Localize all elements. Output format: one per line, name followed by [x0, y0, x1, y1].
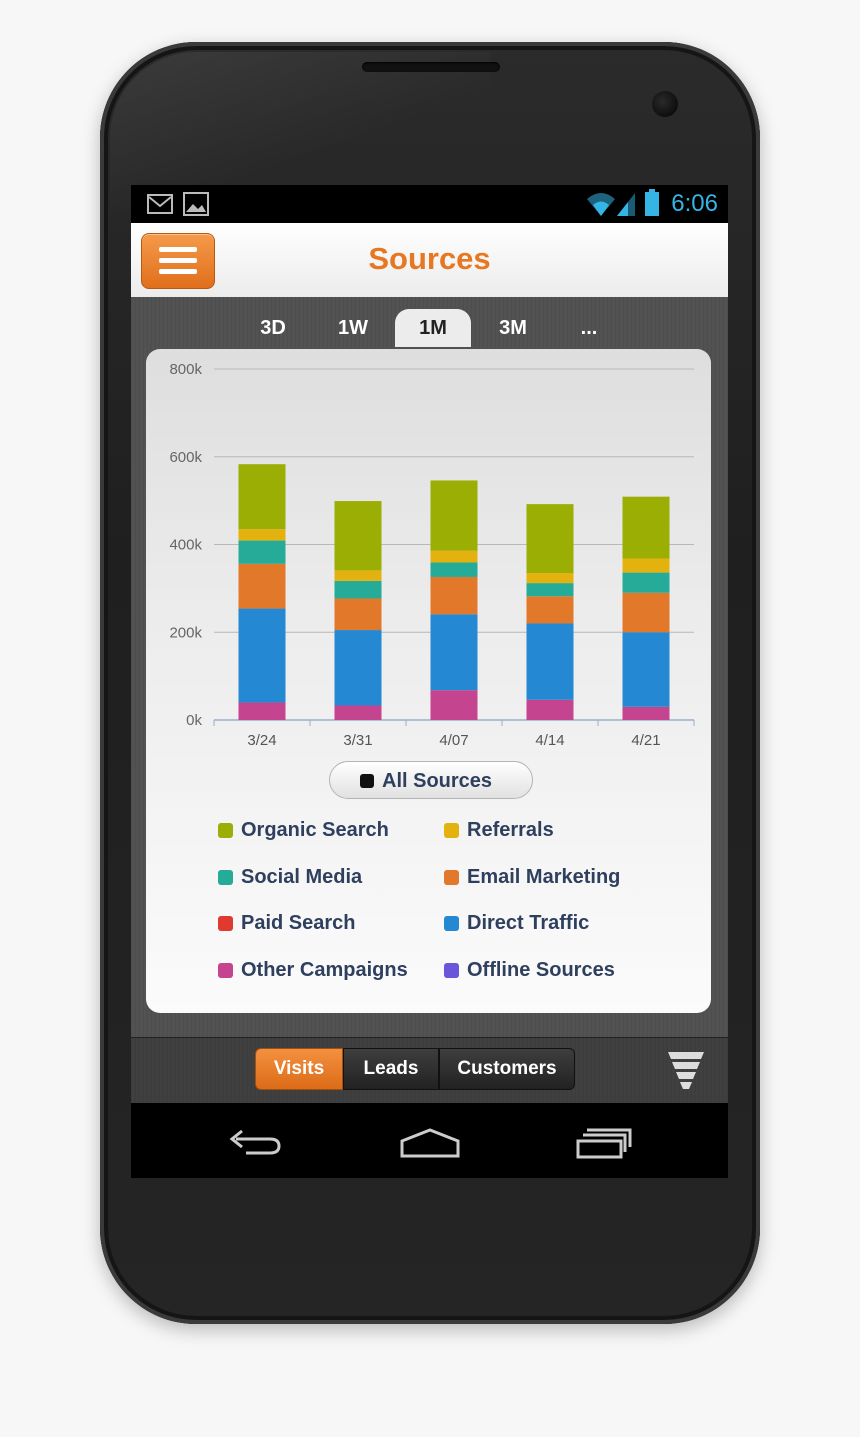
- bar-segment: [526, 583, 574, 597]
- bar-segment: [334, 570, 382, 581]
- gmail-icon: [147, 194, 173, 214]
- tab-1m[interactable]: 1M: [395, 309, 471, 347]
- bar-segment: [622, 572, 670, 593]
- bar-segment: [622, 592, 670, 633]
- range-tabs: 3D 1W 1M 3M ...: [131, 297, 728, 347]
- bar-segment: [622, 496, 670, 559]
- legend-label: Paid Search: [241, 912, 356, 934]
- legend-swatch: [218, 916, 233, 931]
- bar-segment: [430, 576, 478, 615]
- page-title: Sources: [368, 241, 491, 276]
- tab-3d[interactable]: 3D: [235, 317, 311, 340]
- legend-swatch: [218, 823, 233, 838]
- bar-segment: [430, 614, 478, 691]
- app-header: Sources: [131, 223, 728, 298]
- bar-segment: [622, 632, 670, 707]
- bar-segment: [526, 573, 574, 584]
- legend-label: Other Campaigns: [241, 959, 408, 981]
- tab-3m[interactable]: 3M: [475, 317, 551, 340]
- y-tick-label: 800k: [169, 361, 202, 378]
- chart-card: 0k 200k 400k 600k 800k 3/24 3/31 4/07 4/14 4/21 A…: [146, 349, 711, 1013]
- y-tick-label: 600k: [169, 449, 202, 466]
- legend-label: Direct Traffic: [467, 912, 590, 934]
- legend-swatch: [444, 916, 459, 931]
- legend-label: Organic Search: [241, 819, 389, 841]
- wifi-icon: [587, 193, 615, 216]
- legend-label: Referrals: [467, 819, 554, 841]
- x-tick-label: 4/07: [439, 732, 468, 749]
- earpiece-speaker: [362, 62, 500, 72]
- bar-segment: [238, 464, 286, 530]
- y-tick-label: 0k: [186, 712, 202, 729]
- signal-icon: [617, 193, 635, 216]
- clock: 6:06: [671, 190, 718, 217]
- bar-segment: [334, 705, 382, 720]
- navigation-bar: [131, 1103, 728, 1178]
- x-tick-label: 3/31: [343, 732, 372, 749]
- legend-swatch: [444, 823, 459, 838]
- recent-apps-icon[interactable]: [575, 1127, 633, 1159]
- x-tick-label: 3/24: [247, 732, 276, 749]
- image-icon: [183, 192, 209, 216]
- x-tick-label: 4/21: [631, 732, 660, 749]
- bar-segment: [238, 702, 286, 720]
- bar-segment: [430, 562, 478, 577]
- tab-more[interactable]: ...: [551, 317, 627, 340]
- bar-segment: [526, 504, 574, 574]
- y-tick-label: 400k: [169, 537, 202, 554]
- bar-segment: [622, 706, 670, 720]
- bar-segment: [430, 690, 478, 720]
- bar-segment: [334, 580, 382, 599]
- bar-segment: [526, 699, 574, 720]
- legend-swatch: [444, 870, 459, 885]
- metric-bar: Visits Leads Customers: [131, 1037, 728, 1104]
- bar-segment: [334, 501, 382, 571]
- legend-label: Offline Sources: [467, 959, 615, 981]
- legend-label: Email Marketing: [467, 866, 621, 888]
- all-sources-swatch: [360, 774, 374, 788]
- customers-tab[interactable]: Customers: [439, 1048, 575, 1090]
- sources-chart: 0k 200k 400k 600k 800k 3/24 3/31 4/07 4/14 4/21: [169, 361, 695, 749]
- bar-segment: [238, 529, 286, 541]
- home-icon[interactable]: [399, 1127, 461, 1159]
- bar-segment: [430, 480, 478, 551]
- status-bar: 6:06: [131, 185, 728, 223]
- main-content: 3D 1W 1M 3M ... 0k 200k 400k 600k 800k 3/24 3/…: [131, 297, 728, 1037]
- battery-icon: [645, 189, 659, 216]
- back-icon[interactable]: [226, 1127, 286, 1157]
- bar-segment: [238, 608, 286, 703]
- all-sources-button[interactable]: All Sources: [329, 761, 533, 799]
- all-sources-label: All Sources: [382, 770, 493, 792]
- front-camera: [652, 91, 678, 117]
- legend-label: Social Media: [241, 866, 363, 888]
- bar-segment: [238, 540, 286, 564]
- legend-swatch: [218, 870, 233, 885]
- x-tick-label: 4/14: [535, 732, 564, 749]
- bar-segment: [430, 550, 478, 563]
- tab-1w[interactable]: 1W: [315, 317, 391, 340]
- bar-segment: [334, 630, 382, 706]
- bar-segment: [622, 558, 670, 573]
- visits-tab[interactable]: Visits: [255, 1048, 343, 1090]
- bar-segment: [526, 596, 574, 624]
- legend-swatch: [218, 963, 233, 978]
- legend-swatch: [444, 963, 459, 978]
- bar-segment: [238, 563, 286, 609]
- bar-segment: [526, 623, 574, 700]
- bar-segment: [334, 598, 382, 631]
- leads-tab[interactable]: Leads: [343, 1048, 439, 1090]
- funnel-icon[interactable]: [668, 1052, 704, 1090]
- y-tick-label: 200k: [169, 624, 202, 641]
- screen: 6:06 Sources 3D 1W 1M 3M ... 0k 200k 400k 6…: [131, 185, 728, 1178]
